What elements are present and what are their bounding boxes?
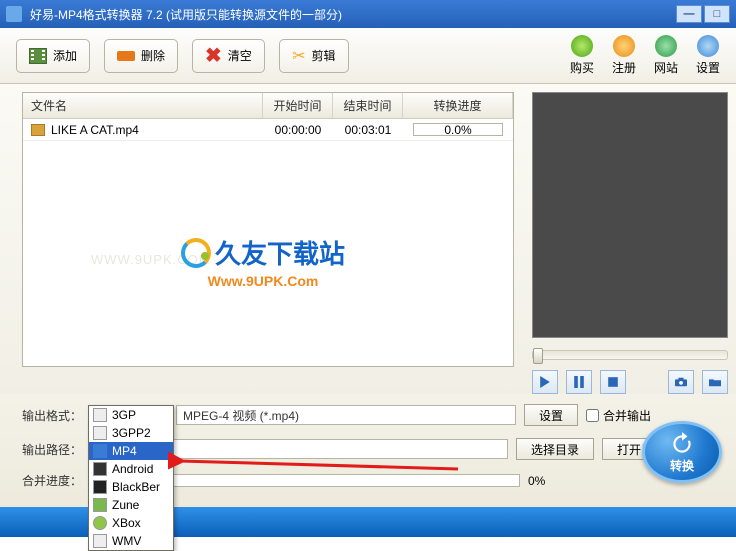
clear-label: 清空 — [228, 47, 252, 64]
film-icon — [29, 48, 47, 64]
choose-dir-button[interactable]: 选择目录 — [516, 438, 594, 460]
col-start[interactable]: 开始时间 — [263, 93, 333, 118]
register-button[interactable]: 注册 — [612, 35, 636, 76]
delete-button[interactable]: 删除 — [104, 39, 178, 73]
dd-label: Android — [112, 462, 153, 476]
table-row[interactable]: LIKE A CAT.mp4 00:00:00 00:03:01 0.0% — [23, 119, 513, 141]
app-icon — [6, 6, 22, 22]
col-name[interactable]: 文件名 — [23, 93, 263, 118]
dropdown-item-mp4[interactable]: MP4 — [89, 442, 173, 460]
dropdown-item-blackberry[interactable]: BlackBer — [89, 478, 173, 496]
convert-label: 转换 — [670, 457, 694, 474]
seek-slider[interactable] — [532, 350, 728, 360]
refresh-icon — [669, 431, 695, 457]
clear-button[interactable]: ✖ 清空 — [192, 39, 265, 73]
convert-button[interactable]: 转换 — [642, 421, 722, 483]
website-label: 网站 — [654, 59, 678, 76]
delete-label: 删除 — [141, 47, 165, 64]
pause-button[interactable] — [566, 370, 592, 394]
video-preview — [532, 92, 728, 338]
dropdown-item-3gpp2[interactable]: 3GPP2 — [89, 424, 173, 442]
settings-button[interactable]: 设置 — [696, 35, 720, 76]
dd-label: 3GP — [112, 408, 136, 422]
dropdown-item-xbox[interactable]: XBox — [89, 514, 173, 532]
merge-label: 合并输出 — [603, 407, 651, 424]
minimize-button[interactable]: — — [676, 5, 702, 23]
snapshot-button[interactable] — [668, 370, 694, 394]
file-icon — [31, 124, 45, 136]
format-desc-text: MPEG-4 视频 (*.mp4) — [183, 407, 299, 424]
dd-label: WMV — [112, 534, 141, 548]
format-icon — [93, 498, 107, 512]
dropdown-item-wmv[interactable]: WMV — [89, 532, 173, 550]
x-icon: ✖ — [205, 43, 222, 68]
format-icon — [93, 444, 107, 458]
edit-button[interactable]: ✂ 剪辑 — [279, 39, 349, 73]
key-icon — [613, 35, 635, 57]
dd-label: Zune — [112, 498, 139, 512]
globe-icon — [655, 35, 677, 57]
file-name: LIKE A CAT.mp4 — [51, 123, 139, 137]
main-area: 文件名 开始时间 结束时间 转换进度 LIKE A CAT.mp4 00:00:… — [0, 84, 736, 394]
buy-button[interactable]: 购买 — [570, 35, 594, 76]
path-label: 输出路径： — [22, 441, 82, 458]
play-button[interactable] — [532, 370, 558, 394]
gear-icon — [697, 35, 719, 57]
format-desc: MPEG-4 视频 (*.mp4) — [176, 405, 516, 425]
register-label: 注册 — [612, 59, 636, 76]
table-header: 文件名 开始时间 结束时间 转换进度 — [23, 93, 513, 119]
merge-progress-label: 合并进度： — [22, 472, 82, 489]
toolbar: 添加 删除 ✖ 清空 ✂ 剪辑 购买 注册 网站 设置 — [0, 28, 736, 84]
dropdown-item-zune[interactable]: Zune — [89, 496, 173, 514]
file-panel: 文件名 开始时间 结束时间 转换进度 LIKE A CAT.mp4 00:00:… — [0, 84, 526, 394]
dropdown-item-android[interactable]: Android — [89, 460, 173, 478]
add-button[interactable]: 添加 — [16, 39, 90, 73]
file-end: 00:03:01 — [333, 121, 403, 139]
scissors-icon: ✂ — [292, 46, 305, 66]
file-table: 文件名 开始时间 结束时间 转换进度 LIKE A CAT.mp4 00:00:… — [22, 92, 514, 367]
add-label: 添加 — [53, 47, 77, 64]
format-icon — [93, 534, 107, 548]
preview-panel — [526, 84, 736, 394]
merge-checkbox-input[interactable] — [586, 409, 599, 422]
format-icon — [93, 462, 107, 476]
dd-label: XBox — [112, 516, 141, 530]
dd-label: 3GPP2 — [112, 426, 151, 440]
dollar-icon — [571, 35, 593, 57]
buy-label: 购买 — [570, 59, 594, 76]
row-progress-value: 0.0% — [444, 123, 471, 137]
row-progress-bar: 0.0% — [413, 123, 503, 136]
format-icon — [93, 408, 107, 422]
dropdown-item-3gp[interactable]: 3GP — [89, 406, 173, 424]
merge-checkbox[interactable]: 合并输出 — [586, 407, 651, 424]
format-icon — [93, 480, 107, 494]
window-title: 好易-MP4格式转换器 7.2 (试用版只能转换源文件的一部分) — [30, 6, 342, 23]
maximize-button[interactable]: □ — [704, 5, 730, 23]
settings-label: 设置 — [696, 59, 720, 76]
format-dropdown[interactable]: 3GP 3GPP2 MP4 Android BlackBer Zune XBox… — [88, 405, 174, 551]
format-icon — [93, 426, 107, 440]
minus-icon — [117, 51, 135, 61]
col-end[interactable]: 结束时间 — [333, 93, 403, 118]
stop-button[interactable] — [600, 370, 626, 394]
website-button[interactable]: 网站 — [654, 35, 678, 76]
col-progress[interactable]: 转换进度 — [403, 93, 513, 118]
titlebar: 好易-MP4格式转换器 7.2 (试用版只能转换源文件的一部分) — □ — [0, 0, 736, 28]
format-settings-button[interactable]: 设置 — [524, 404, 578, 426]
merge-progress-value: 0% — [528, 474, 545, 488]
slider-thumb[interactable] — [533, 348, 543, 364]
format-label: 输出格式： — [22, 407, 82, 424]
file-start: 00:00:00 — [263, 121, 333, 139]
dd-label: MP4 — [112, 444, 137, 458]
edit-label: 剪辑 — [312, 47, 336, 64]
dd-label: BlackBer — [112, 480, 160, 494]
folder-button[interactable] — [702, 370, 728, 394]
format-icon — [93, 516, 107, 530]
